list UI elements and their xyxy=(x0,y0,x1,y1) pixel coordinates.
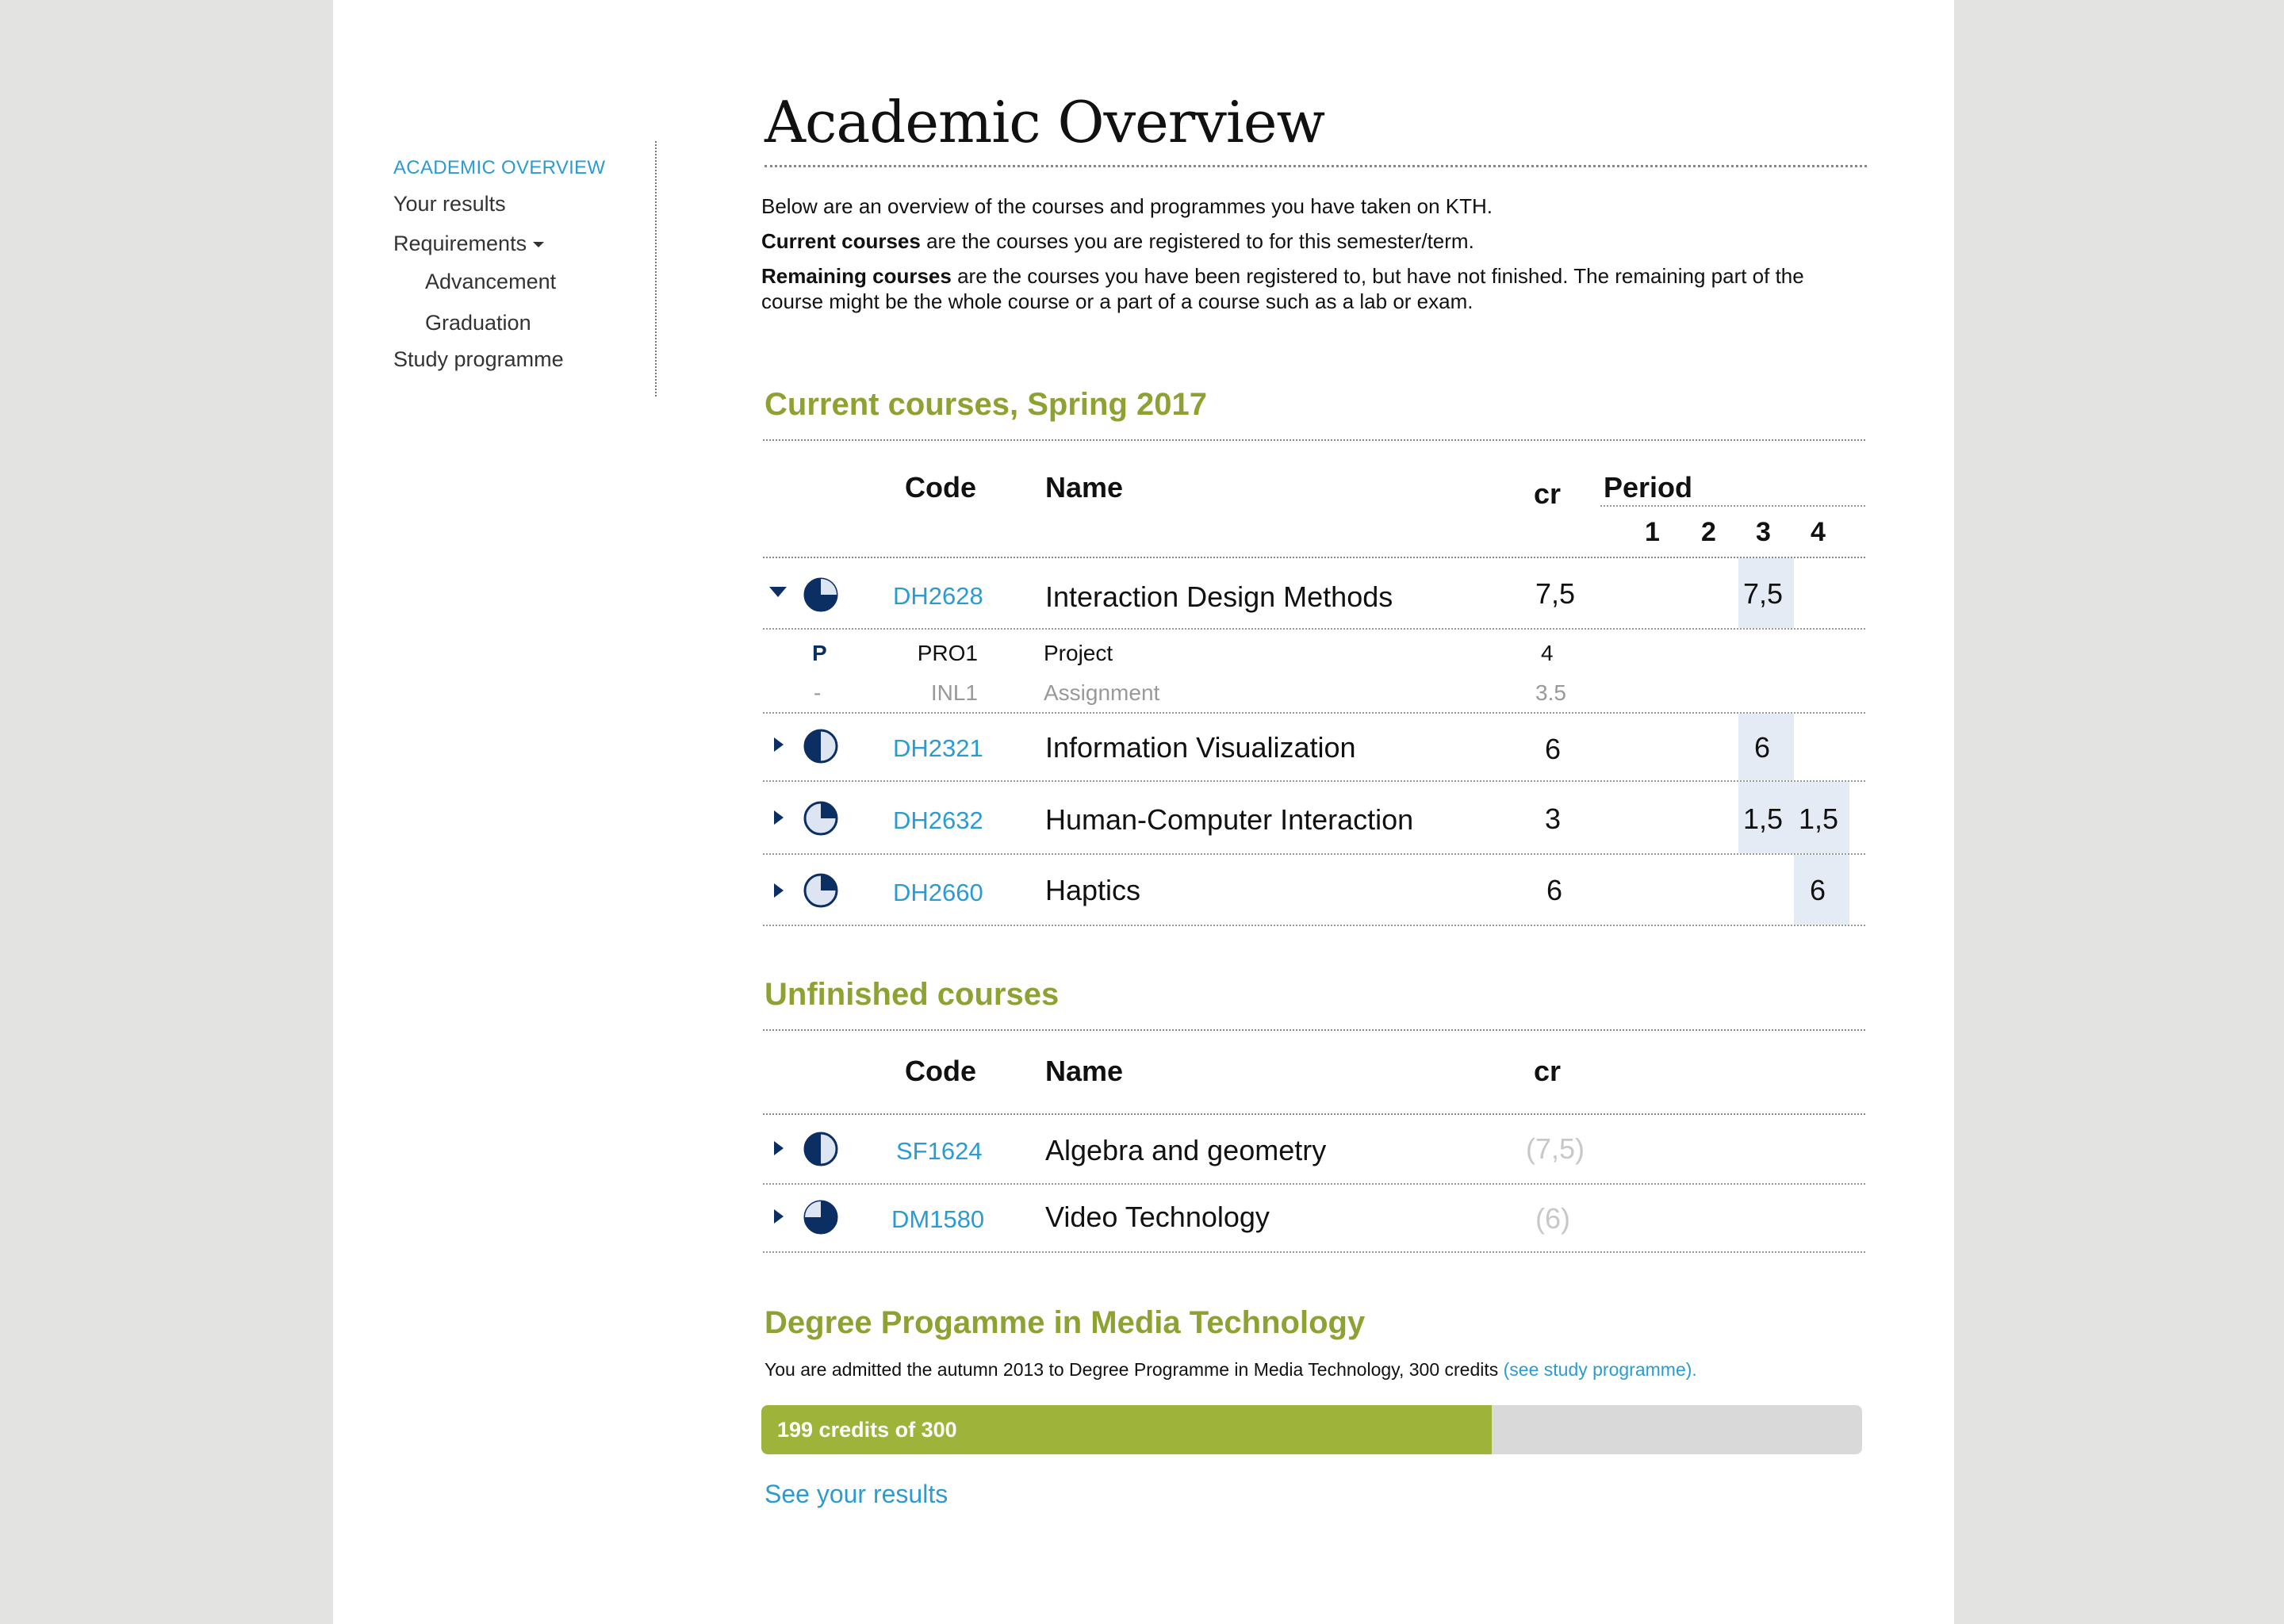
credits-progress-bar: 199 credits of 300 xyxy=(761,1405,1862,1454)
intro-line: Below are an overview of the courses and… xyxy=(761,194,1493,218)
divider xyxy=(763,853,1865,855)
degree-text: You are admitted the autumn 2013 to Degr… xyxy=(765,1359,1504,1380)
course-code-link[interactable]: DH2632 xyxy=(893,806,983,835)
page-title: Academic Overview xyxy=(765,89,1867,167)
intro-rest: are the courses you are registered to fo… xyxy=(920,229,1474,253)
sidebar-nav: ACADEMIC OVERVIEW Your results Requireme… xyxy=(393,141,657,396)
course-credits: (6) xyxy=(1535,1202,1570,1235)
progress-pie-icon xyxy=(803,577,838,612)
expand-icon[interactable] xyxy=(774,883,784,898)
course-code-link[interactable]: DH2660 xyxy=(893,879,983,907)
divider xyxy=(763,1183,1865,1185)
sidebar-item-your-results[interactable]: Your results xyxy=(393,192,506,216)
part-grade: P xyxy=(812,641,827,665)
header-cr: cr xyxy=(1534,477,1562,510)
see-your-results-link[interactable]: See your results xyxy=(765,1480,948,1509)
progress-pie-icon xyxy=(803,729,838,764)
expand-icon[interactable] xyxy=(774,1209,784,1224)
intro-bold: Remaining courses xyxy=(761,264,952,288)
intro-line: Current courses are the courses you are … xyxy=(761,228,1872,254)
divider xyxy=(763,557,1865,558)
part-code: PRO1 xyxy=(917,641,978,665)
progress-pie-icon xyxy=(803,801,838,836)
period-credits: 1,5 xyxy=(1743,802,1784,835)
header-period-3: 3 xyxy=(1756,517,1771,547)
course-credits: 6 xyxy=(1546,874,1563,906)
part-credits: 3.5 xyxy=(1535,680,1566,705)
intro-text: Below are an overview of the courses and… xyxy=(761,193,1872,324)
divider xyxy=(763,1029,1865,1031)
sidebar-item-graduation[interactable]: Graduation xyxy=(425,311,531,335)
degree-description: You are admitted the autumn 2013 to Degr… xyxy=(765,1359,1697,1381)
divider xyxy=(763,925,1865,926)
course-code-link[interactable]: DH2628 xyxy=(893,582,983,611)
intro-line: Remaining courses are the courses you ha… xyxy=(761,263,1848,314)
course-credits: 3 xyxy=(1545,802,1562,835)
header-code: Code xyxy=(905,471,976,504)
divider xyxy=(763,780,1865,782)
course-name: Haptics xyxy=(1045,874,1141,906)
sidebar-item-requirements[interactable]: Requirements xyxy=(393,232,545,256)
course-name: Human-Computer Interaction xyxy=(1045,803,1414,836)
part-code: INL1 xyxy=(930,680,978,705)
sidebar-item-advancement[interactable]: Advancement xyxy=(425,270,556,294)
course-credits: 6 xyxy=(1545,733,1562,765)
header-period-4: 4 xyxy=(1811,517,1826,547)
course-credits: (7,5) xyxy=(1526,1132,1585,1165)
expand-icon[interactable] xyxy=(774,1141,784,1155)
header-name: Name xyxy=(1045,471,1124,504)
course-name: Algebra and geometry xyxy=(1045,1134,1327,1166)
header-cr: cr xyxy=(1534,1055,1562,1087)
header-code: Code xyxy=(905,1055,976,1087)
sidebar-item-label: Requirements xyxy=(393,232,527,255)
divider xyxy=(763,712,1865,714)
period-credits: 6 xyxy=(1810,874,1826,906)
page-container: ACADEMIC OVERVIEW Your results Requireme… xyxy=(333,0,1954,1624)
intro-bold: Current courses xyxy=(761,229,921,253)
course-credits: 7,5 xyxy=(1535,577,1576,610)
header-period: Period xyxy=(1604,471,1693,504)
header-name: Name xyxy=(1045,1055,1124,1087)
period-credits: 7,5 xyxy=(1743,577,1784,610)
expand-icon[interactable] xyxy=(774,737,784,752)
current-courses-title: Current courses, Spring 2017 xyxy=(765,387,1207,422)
progress-pie-icon xyxy=(803,1132,838,1166)
course-code-link[interactable]: SF1624 xyxy=(896,1137,983,1166)
collapse-icon[interactable] xyxy=(769,587,787,597)
part-grade: - xyxy=(814,680,822,705)
see-study-programme-link[interactable]: (see study programme). xyxy=(1504,1359,1697,1380)
part-name: Project xyxy=(1044,641,1113,665)
course-name: Video Technology xyxy=(1045,1201,1270,1233)
period-credits: 1,5 xyxy=(1799,802,1839,835)
course-name: Interaction Design Methods xyxy=(1045,580,1393,613)
course-code-link[interactable]: DM1580 xyxy=(891,1205,984,1234)
course-code-link[interactable]: DH2321 xyxy=(893,734,983,763)
sidebar-item-study-programme[interactable]: Study programme xyxy=(393,347,564,372)
sidebar-item-academic-overview[interactable]: ACADEMIC OVERVIEW xyxy=(393,157,605,179)
part-credits: 4 xyxy=(1541,641,1554,665)
divider xyxy=(763,628,1865,630)
part-name: Assignment xyxy=(1044,680,1160,705)
expand-icon[interactable] xyxy=(774,810,784,825)
progress-pie-icon xyxy=(803,873,838,908)
divider xyxy=(763,439,1865,441)
divider xyxy=(763,1113,1865,1115)
divider xyxy=(763,1251,1865,1253)
caret-down-icon xyxy=(533,242,545,248)
unfinished-courses-title: Unfinished courses xyxy=(765,977,1060,1012)
degree-programme-title: Degree Progamme in Media Technology xyxy=(765,1305,1366,1340)
progress-pie-icon xyxy=(803,1200,838,1235)
course-name: Information Visualization xyxy=(1045,731,1356,764)
credits-progress-label: 199 credits of 300 xyxy=(777,1418,957,1442)
header-period-2: 2 xyxy=(1701,517,1716,547)
divider xyxy=(1600,505,1865,507)
header-period-1: 1 xyxy=(1645,517,1660,547)
period-credits: 6 xyxy=(1754,731,1771,764)
